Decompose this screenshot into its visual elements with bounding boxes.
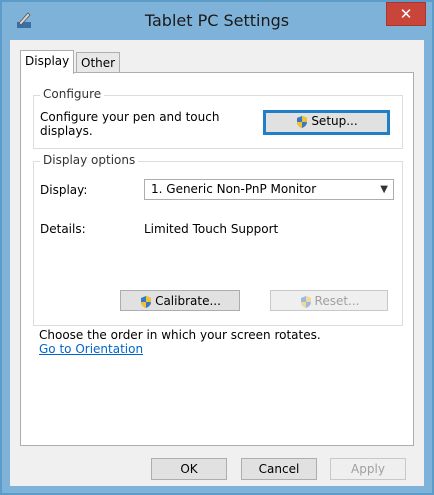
- tab-panel-display: Configure Configure your pen and touch d…: [20, 72, 414, 446]
- display-options-group-label: Display options: [40, 153, 139, 167]
- details-value: Limited Touch Support: [144, 222, 279, 236]
- tab-other[interactable]: Other: [76, 52, 121, 73]
- calibrate-button[interactable]: Calibrate...: [120, 290, 240, 311]
- tab-display[interactable]: Display: [20, 50, 75, 74]
- reset-button[interactable]: Reset...: [270, 290, 388, 311]
- window-frame: Tablet PC Settings ✕ Display Other Confi…: [0, 0, 434, 495]
- configure-group-label: Configure: [40, 87, 105, 101]
- setup-label: Setup...: [311, 114, 358, 128]
- title-bar[interactable]: Tablet PC Settings ✕: [2, 2, 432, 40]
- uac-shield-icon: [297, 115, 308, 128]
- chevron-down-icon: ▼: [380, 184, 388, 195]
- window-title: Tablet PC Settings: [144, 11, 290, 30]
- uac-shield-icon: [300, 295, 311, 308]
- configure-description: Configure your pen and touch displays.: [40, 110, 220, 138]
- display-select[interactable]: 1. Generic Non-PnP Monitor ▼: [144, 179, 394, 200]
- configure-group: Configure Configure your pen and touch d…: [33, 87, 403, 149]
- details-label: Details:: [40, 222, 86, 236]
- calibrate-label: Calibrate...: [155, 294, 221, 308]
- ok-button[interactable]: OK: [151, 458, 227, 480]
- close-button[interactable]: ✕: [386, 2, 426, 26]
- cancel-button[interactable]: Cancel: [241, 458, 317, 480]
- display-select-value: 1. Generic Non-PnP Monitor: [151, 182, 317, 196]
- orientation-text: Choose the order in which your screen ro…: [39, 328, 321, 342]
- reset-label: Reset...: [314, 294, 360, 308]
- orientation-link[interactable]: Go to Orientation: [39, 342, 143, 356]
- setup-button[interactable]: Setup...: [263, 110, 390, 135]
- apply-button[interactable]: Apply: [330, 458, 406, 480]
- uac-shield-icon: [141, 295, 152, 308]
- display-options-group: Display options Display: 1. Generic Non-…: [33, 153, 403, 326]
- dialog-client: Display Other Configure Configure your p…: [10, 40, 424, 486]
- display-label: Display:: [40, 183, 88, 197]
